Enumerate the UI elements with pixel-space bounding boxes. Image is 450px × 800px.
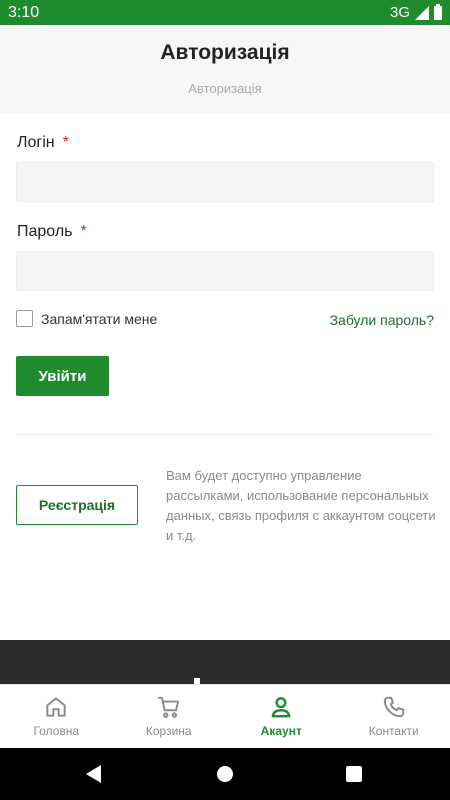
nav-label-cart: Корзина [145,724,192,738]
forgot-password-link[interactable]: Забули пароль? [330,312,434,328]
cart-icon [157,696,179,718]
account-icon [271,697,291,718]
page-title: Авторизація [160,41,290,64]
login-label: Логін * [17,134,69,152]
nav-label-home: Головна [33,724,80,738]
register-note: Вам будет доступно управление рассылками… [166,468,436,543]
home-circle-icon[interactable] [217,766,233,782]
remember-me[interactable]: Запам'ятати мене [16,310,157,327]
login-label-text: Логін [17,134,55,151]
divider [16,434,434,435]
battery-icon [434,3,442,20]
network-type: 3G [389,4,410,21]
nav-label-contacts: Контакти [368,724,419,738]
required-mark: * [62,134,69,151]
system-nav-bar [0,748,450,800]
remember-checkbox[interactable] [16,310,33,327]
status-time: 3:10 [8,4,40,21]
footer-section [0,640,450,684]
remember-label: Запам'ятати мене [41,310,158,327]
nav-item-account[interactable]: Акаунт [225,685,338,748]
password-label-text: Пароль [17,223,73,240]
page-header: Авторизація Авторизація [0,25,450,114]
password-label: Пароль * [17,223,87,241]
phone-icon [383,696,404,718]
nav-label-account: Акаунт [260,724,302,738]
register-button[interactable]: Реєстрація [16,485,138,525]
status-bar: 3:10 3G [0,0,450,25]
home-icon [46,697,66,717]
recent-apps-icon[interactable] [346,766,362,782]
login-button[interactable]: Увійти [16,356,109,396]
login-input[interactable] [16,162,434,202]
nav-item-home[interactable]: Головна [0,685,113,748]
password-input[interactable] [16,251,434,291]
required-mark: * [80,223,87,240]
back-icon[interactable] [86,765,101,783]
bottom-nav: Головна Корзина Акаунт Контакти [0,684,450,748]
nav-item-cart[interactable]: Корзина [113,685,226,748]
status-indicators: 3G [389,3,442,21]
breadcrumb[interactable]: Авторизація [0,81,450,96]
nav-item-contacts[interactable]: Контакти [338,685,450,748]
signal-icon [415,5,429,20]
